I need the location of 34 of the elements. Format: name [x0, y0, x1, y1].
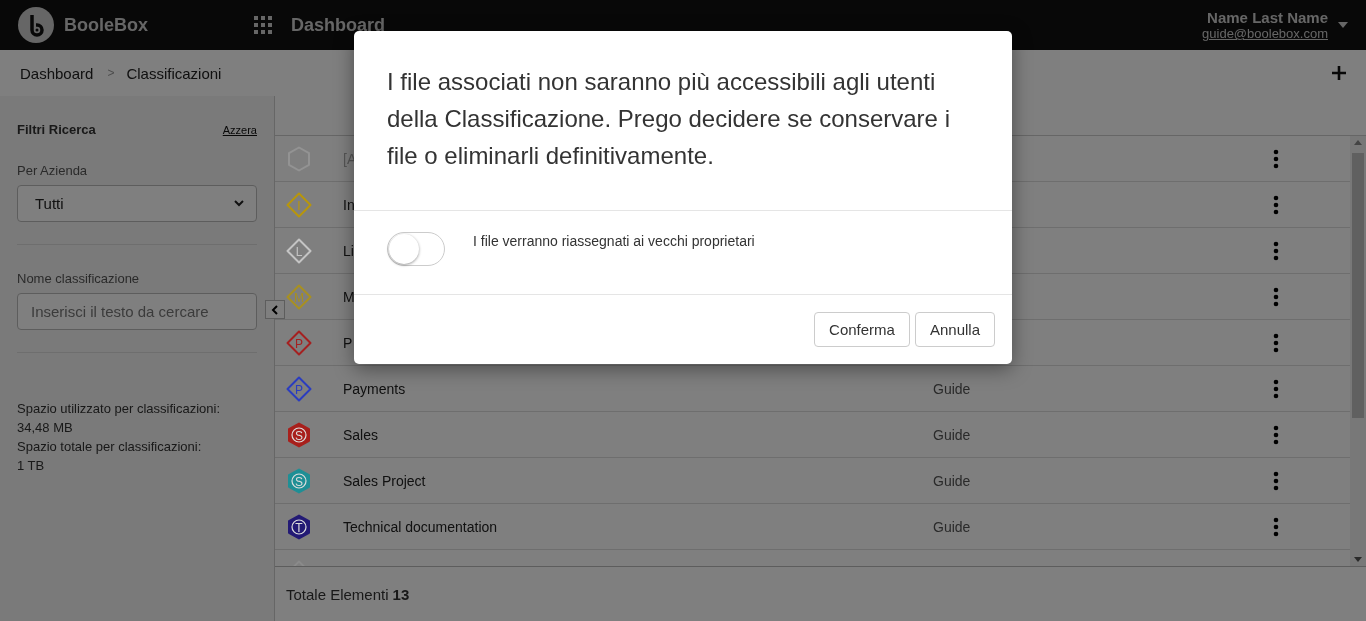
owner-name: Guide	[933, 380, 972, 397]
hexagon-badge-letter-icon: S	[286, 421, 312, 448]
toggle-label: I file verranno riassegnati ai vecchi proprietari	[473, 233, 755, 249]
classification-name: Technical documentation	[343, 518, 499, 535]
classification-name: M	[343, 288, 356, 305]
classification-name: P	[343, 334, 354, 351]
owner-name: Guide	[933, 472, 972, 489]
filter-label: Per Azienda	[17, 163, 89, 178]
diamond-letter-icon: L	[286, 237, 312, 264]
diamond-letter-icon: M	[286, 283, 312, 310]
diamond-letter-icon: P	[286, 329, 312, 356]
breadcrumb-item: Classificazioni	[126, 64, 222, 82]
total-label: Totale Elementi	[286, 585, 389, 603]
filter-label: Nome classificazione	[17, 271, 141, 286]
classification-name: Sales Project	[343, 472, 427, 489]
modal-message: I file associati non saranno più accessibili agli utenti della Classificazione. Prego decidere se conservare i file o eliminarli definitivamente.	[354, 31, 1012, 211]
owner-name: Guide	[933, 518, 972, 535]
usage-text: 34,48 MB	[17, 419, 74, 437]
brand-name: BooleBox	[64, 14, 148, 36]
usage-text: Spazio totale per classificazioni:	[17, 438, 203, 456]
total-count: 13	[392, 585, 410, 603]
filter-title: Filtri Ricerca	[17, 122, 96, 137]
diamond-letter-icon: I	[286, 191, 312, 218]
owner-name: Guide	[933, 426, 972, 443]
classification-name: Sales	[343, 426, 380, 443]
usage-text: Spazio utilizzato per classificazioni:	[17, 400, 222, 418]
user-name: Name Last Name	[1206, 9, 1328, 26]
hexagon-badge-letter-icon: S	[286, 467, 312, 494]
breadcrumb-separator: >	[107, 66, 115, 80]
hexagon-badge-letter-icon: T	[286, 513, 312, 540]
classification-name: Payments	[343, 380, 407, 397]
diamond-letter-icon: P	[286, 375, 312, 402]
usage-text: 1 TB	[17, 457, 46, 475]
classification-name: In	[343, 196, 356, 213]
